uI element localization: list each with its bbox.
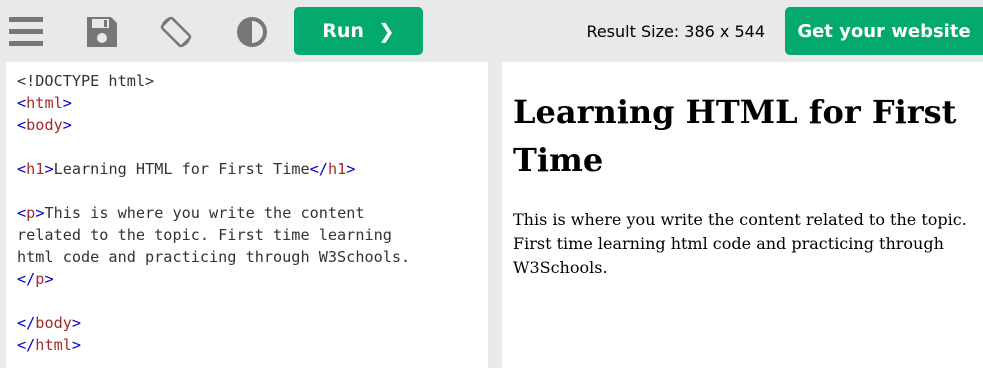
chevron-right-icon: ❯ xyxy=(377,19,395,43)
result-heading: Learning HTML for First Time xyxy=(513,93,957,179)
run-label: Run xyxy=(322,20,364,42)
menu-icon[interactable] xyxy=(8,14,44,50)
result-pane: Learning HTML for First Time This is whe… xyxy=(502,62,983,368)
code-editor[interactable]: <!DOCTYPE html> <html> <body> <h1>Learni… xyxy=(6,62,488,368)
toolbar: Run ❯ Result Size: 386 x 544 Get your we… xyxy=(0,0,983,62)
save-icon[interactable] xyxy=(84,14,120,50)
pane-divider[interactable] xyxy=(488,62,502,368)
contrast-icon[interactable] xyxy=(234,14,270,50)
get-website-button[interactable]: Get your website xyxy=(785,7,983,55)
run-button[interactable]: Run ❯ xyxy=(294,7,423,55)
result-size-label: Result Size: 386 x 544 xyxy=(586,22,765,41)
code-text[interactable]: <!DOCTYPE html> <html> <body> <h1>Learni… xyxy=(6,62,488,356)
rotate-icon[interactable] xyxy=(158,14,194,50)
result-paragraph: This is where you write the content rela… xyxy=(513,210,967,277)
